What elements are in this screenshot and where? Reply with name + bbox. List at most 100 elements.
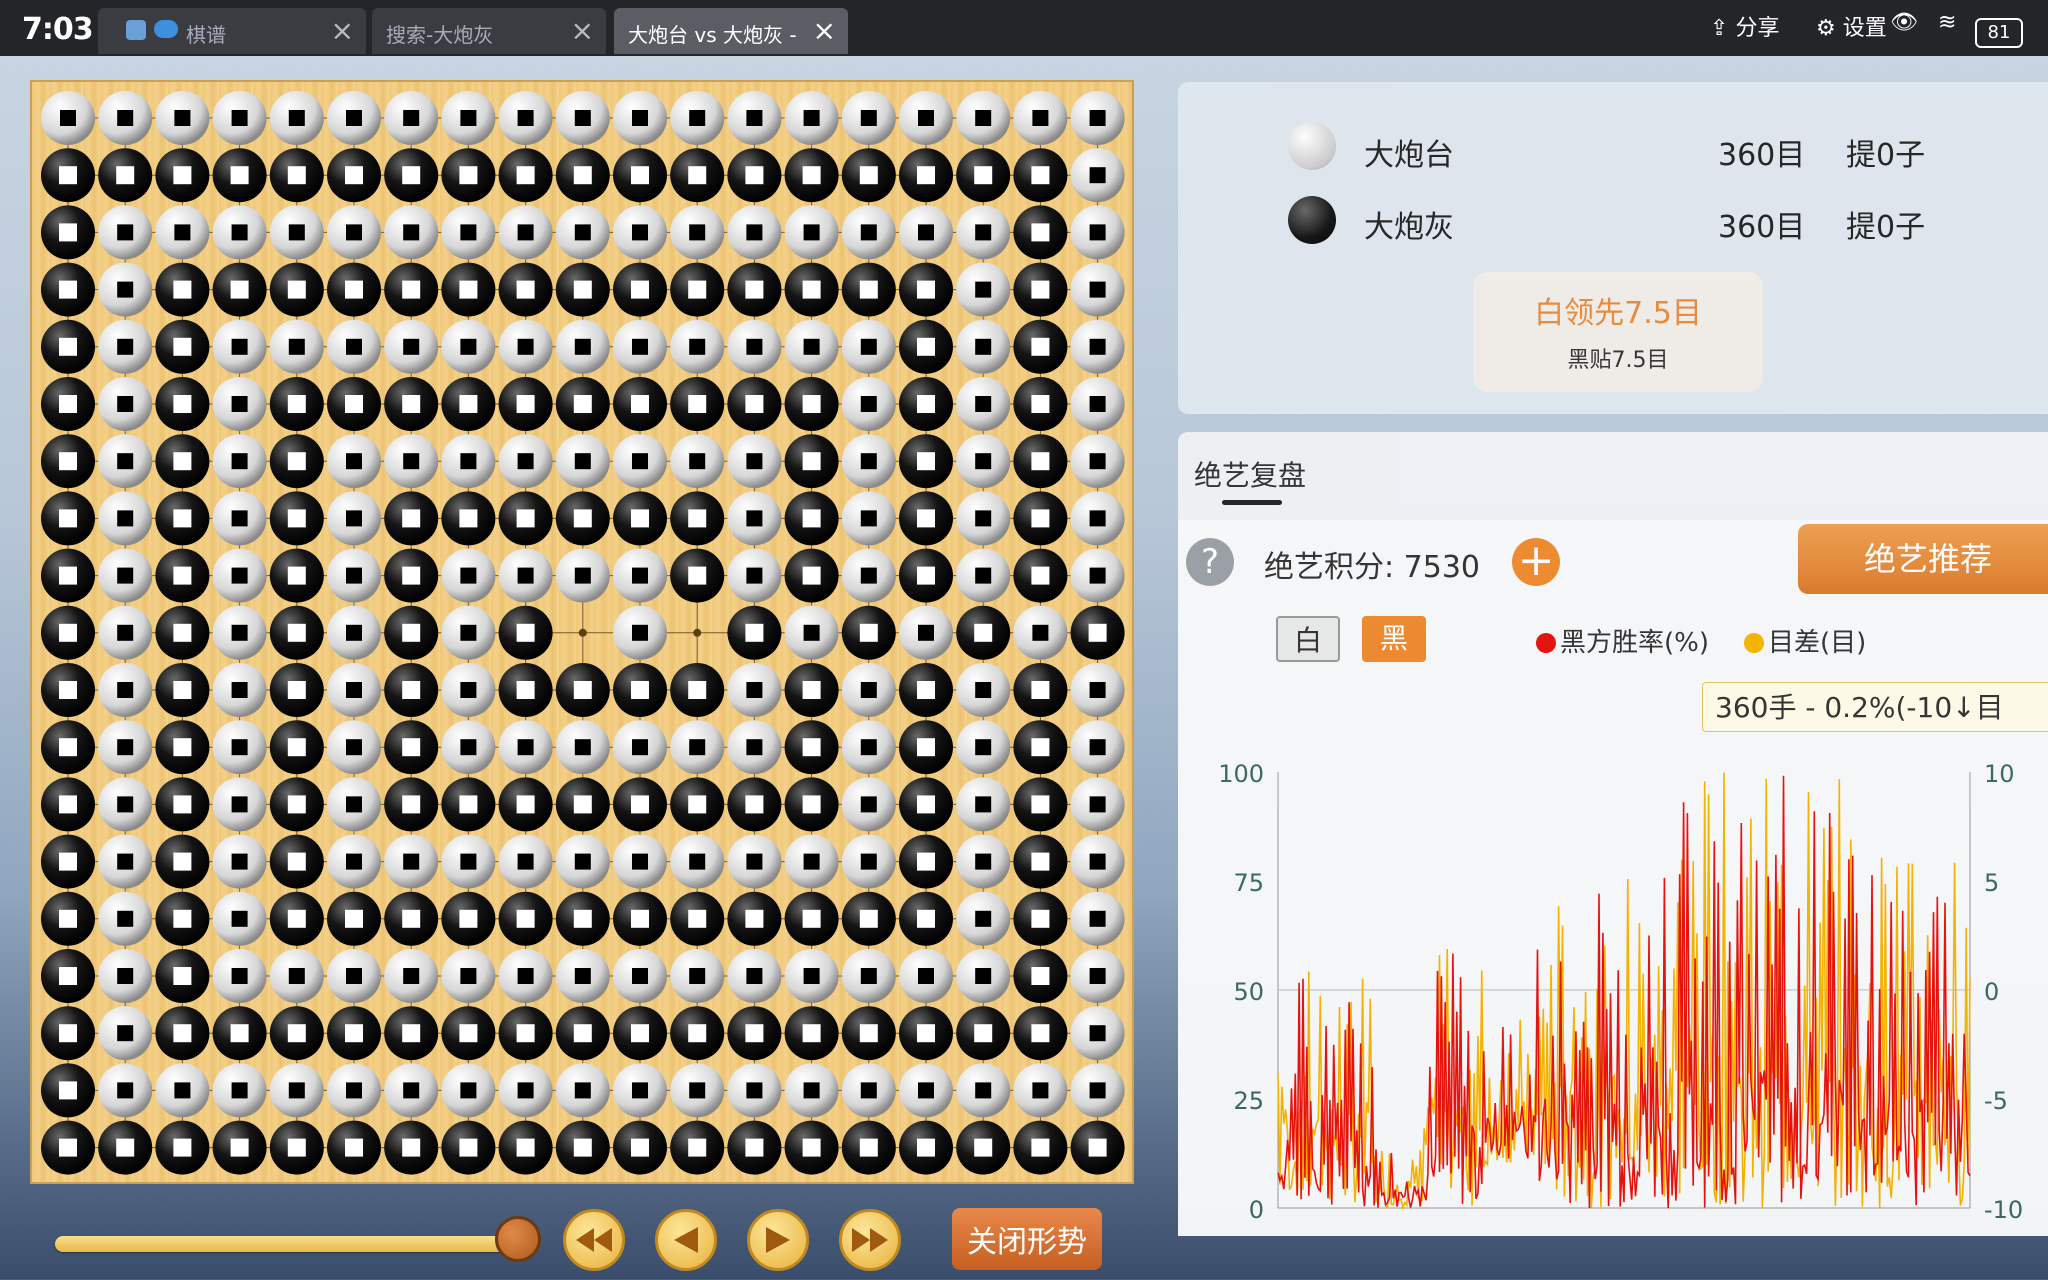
board-canvas[interactable] — [32, 82, 1132, 1182]
toggle-white-button[interactable]: 白 — [1276, 616, 1340, 662]
territory-marker — [517, 453, 534, 470]
territory-marker — [573, 909, 592, 928]
territory-marker — [1089, 338, 1106, 355]
territory-marker — [287, 738, 306, 757]
territory-marker — [346, 796, 362, 813]
territory-marker — [287, 852, 306, 871]
tab-game-records[interactable]: 棋谱 × — [98, 8, 366, 54]
territory-marker — [346, 853, 362, 870]
territory-marker — [517, 853, 534, 870]
territory-marker — [802, 1024, 821, 1043]
territory-marker — [688, 509, 707, 528]
territory-marker — [917, 909, 935, 928]
territory-marker — [231, 682, 248, 698]
close-tab-icon[interactable]: × — [813, 14, 836, 47]
territory-marker — [632, 853, 648, 870]
territory-marker — [746, 110, 763, 126]
go-board[interactable] — [30, 80, 1134, 1184]
territory-marker — [59, 1081, 77, 1100]
territory-marker — [231, 110, 248, 126]
territory-marker — [975, 281, 992, 298]
add-points-button[interactable]: + — [1512, 538, 1560, 586]
close-analysis-button[interactable]: 关闭形势 — [952, 1208, 1102, 1270]
territory-marker — [975, 396, 992, 412]
territory-marker — [1031, 795, 1050, 814]
territory-marker — [516, 1138, 535, 1157]
territory-marker — [345, 1024, 363, 1043]
territory-marker — [402, 509, 421, 528]
territory-marker — [859, 1138, 878, 1157]
territory-marker — [859, 280, 878, 299]
territory-marker — [1089, 796, 1106, 813]
territory-marker — [859, 623, 878, 642]
territory-marker — [174, 110, 191, 126]
territory-marker — [745, 623, 764, 642]
prev-move-button[interactable] — [655, 1209, 717, 1271]
winrate-chart[interactable]: 10075502501050-5-10 — [1178, 732, 2048, 1232]
ai-recommend-button[interactable]: 绝艺推荐 — [1798, 524, 2048, 594]
share-button[interactable]: ⇪ 分享 — [1710, 10, 1779, 42]
territory-marker — [860, 682, 877, 698]
territory-marker — [288, 224, 305, 241]
territory-marker — [287, 681, 306, 699]
territory-marker — [802, 1138, 821, 1157]
territory-marker — [746, 682, 763, 698]
territory-marker — [1089, 396, 1106, 412]
empty-point — [693, 628, 702, 637]
move-tooltip: 360手 - 0.2%(-10↓目 — [1702, 682, 2048, 732]
territory-marker — [1089, 968, 1106, 984]
territory-marker — [974, 1138, 993, 1157]
territory-marker — [345, 395, 363, 413]
territory-marker — [1089, 1082, 1106, 1099]
last-move-button[interactable] — [839, 1209, 901, 1271]
help-icon[interactable]: ? — [1186, 538, 1234, 586]
territory-marker — [802, 681, 821, 699]
territory-marker — [287, 166, 306, 185]
next-move-button[interactable] — [747, 1209, 809, 1271]
territory-marker — [746, 968, 763, 984]
move-slider[interactable] — [55, 1236, 525, 1252]
settings-button[interactable]: ⚙ 设置 — [1816, 10, 1887, 42]
territory-marker — [688, 1138, 707, 1157]
territory-marker — [402, 1138, 421, 1157]
territory-marker — [117, 968, 134, 984]
territory-marker — [516, 395, 535, 413]
territory-marker — [1089, 224, 1106, 241]
tab-search[interactable]: 搜索-大炮灰 × — [372, 8, 606, 54]
territory-marker — [574, 739, 591, 756]
territory-marker — [745, 395, 764, 413]
territory-marker — [460, 453, 477, 470]
territory-marker — [860, 510, 877, 527]
tab-label: 大炮台 vs 大炮灰 - — [628, 23, 797, 47]
toggle-black-button[interactable]: 黑 — [1362, 616, 1426, 662]
tab-ai-review[interactable]: 绝艺复盘 — [1194, 454, 1306, 494]
territory-marker — [803, 853, 820, 870]
territory-marker — [975, 453, 992, 470]
territory-marker — [975, 1082, 992, 1099]
territory-marker — [1031, 852, 1050, 871]
close-tab-icon[interactable]: × — [331, 14, 354, 47]
territory-marker — [59, 509, 77, 528]
first-move-button[interactable] — [563, 1209, 625, 1271]
territory-marker — [1031, 166, 1050, 185]
territory-marker — [516, 509, 535, 528]
territory-marker — [403, 853, 420, 870]
territory-marker — [746, 510, 763, 527]
result-box: 白领先7.5目 黑贴7.5目 — [1473, 272, 1763, 392]
close-tab-icon[interactable]: × — [571, 14, 594, 47]
territory-marker — [689, 968, 706, 984]
lead-text: 白领先7.5目 — [1534, 296, 1702, 331]
territory-marker — [460, 338, 477, 355]
territory-marker — [173, 967, 192, 985]
black-stone-icon — [1288, 196, 1336, 244]
territory-marker — [345, 166, 363, 185]
tab-game[interactable]: 大炮台 vs 大炮灰 - × — [614, 8, 848, 54]
territory-marker — [746, 338, 763, 355]
territory-marker — [1031, 395, 1050, 413]
player-white-name: 大炮台 — [1364, 138, 1454, 173]
territory-marker — [231, 739, 248, 756]
territory-marker — [688, 795, 707, 814]
y-left-tick-label: 100 — [1218, 760, 1264, 788]
territory-marker — [460, 968, 477, 984]
slider-handle[interactable] — [495, 1216, 541, 1262]
